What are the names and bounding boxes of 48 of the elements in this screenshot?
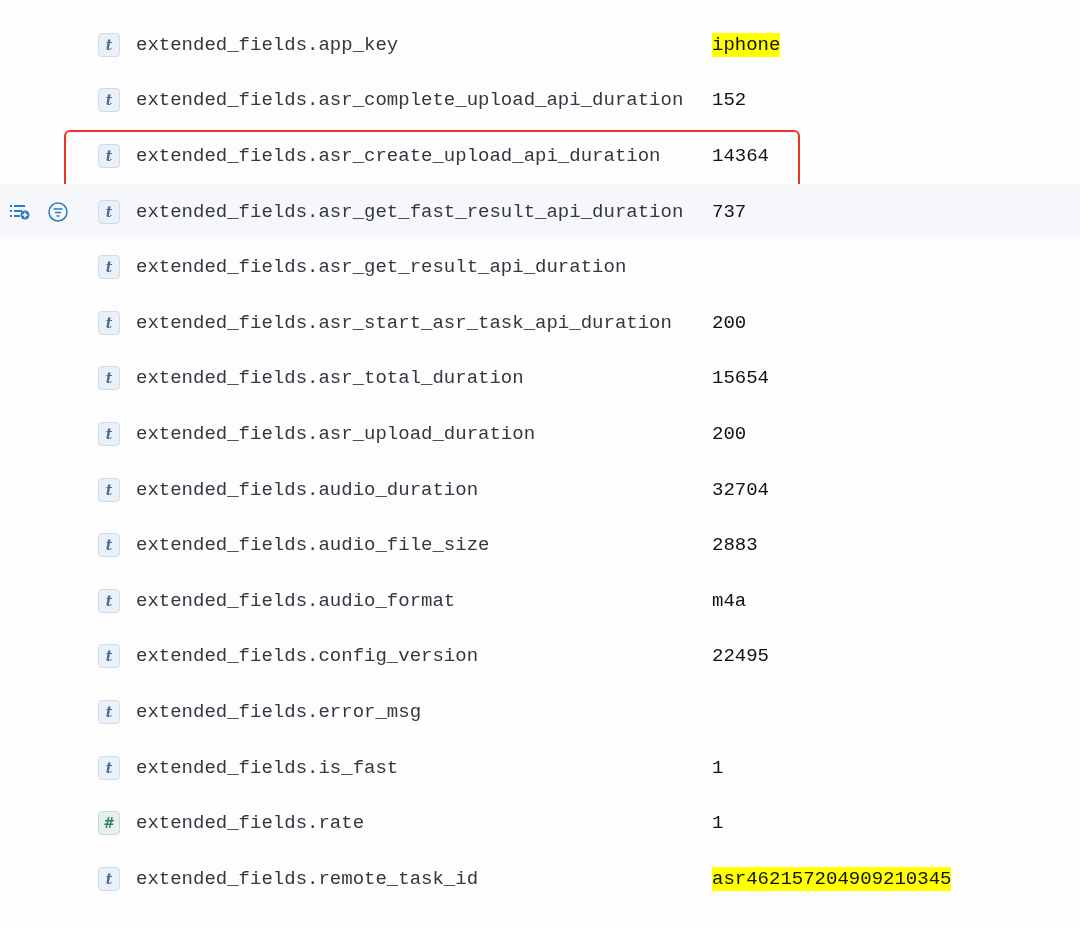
add-to-table-icon[interactable] [10, 203, 30, 220]
field-name: extended_fields.app_key [136, 33, 400, 56]
field-value: 15654 [712, 366, 769, 391]
field-value: 737 [712, 199, 747, 224]
string-type-icon: t [98, 144, 120, 168]
field-name: extended_fields.asr_upload_duration [136, 422, 537, 445]
field-value: 22495 [712, 644, 769, 669]
string-type-icon: t [98, 477, 120, 502]
field-value: iphone [712, 32, 781, 57]
field-value: 32704 [712, 477, 769, 502]
field-value: 2883 [712, 533, 758, 558]
field-name: extended_fields.audio_file_size [136, 534, 491, 557]
string-type-icon: t [98, 421, 120, 446]
field-name: extended_fields.is_fast [136, 756, 400, 779]
field-value: 152 [712, 88, 747, 113]
string-type-icon: t [98, 88, 120, 113]
string-type-icon: t [98, 644, 120, 669]
string-type-icon: t [98, 533, 120, 558]
field-name: extended_fields.asr_get_result_api_duration [136, 256, 628, 279]
number-type-icon: # [98, 811, 120, 836]
field-value: 1 [712, 811, 724, 836]
field-value: 1 [712, 755, 724, 780]
field-name: extended_fields.asr_create_upload_api_duration [136, 145, 662, 167]
field-name: extended_fields.rate [136, 812, 366, 835]
string-type-icon: t [98, 199, 120, 224]
field-value: asr462157204909210345 [712, 866, 952, 891]
string-type-icon: t [98, 699, 120, 724]
string-type-icon: t [98, 32, 120, 57]
string-type-icon: t [98, 588, 120, 613]
field-value: 200 [712, 310, 747, 335]
field-value: m4a [712, 588, 747, 613]
field-name: extended_fields.asr_total_duration [136, 367, 525, 390]
string-type-icon: t [98, 755, 120, 780]
field-name: extended_fields.audio_duration [136, 478, 480, 501]
filter-icon[interactable] [48, 201, 68, 222]
field-value: 14364 [712, 144, 769, 168]
field-name: extended_fields.asr_complete_upload_api_duration [136, 89, 685, 112]
string-type-icon: t [98, 310, 120, 335]
string-type-icon: t [98, 366, 120, 391]
field-value: 200 [712, 421, 747, 446]
field-name: extended_fields.remote_task_id [136, 867, 480, 890]
field-name: extended_fields.asr_start_asr_task_api_duration [136, 311, 673, 334]
string-type-icon: t [98, 255, 120, 280]
field-name: extended_fields.error_msg [136, 700, 423, 723]
field-name: extended_fields.asr_get_fast_result_api_duration [136, 200, 685, 223]
string-type-icon: t [98, 866, 120, 891]
field-name: extended_fields.audio_format [136, 589, 457, 612]
field-name: extended_fields.config_version [136, 645, 480, 668]
